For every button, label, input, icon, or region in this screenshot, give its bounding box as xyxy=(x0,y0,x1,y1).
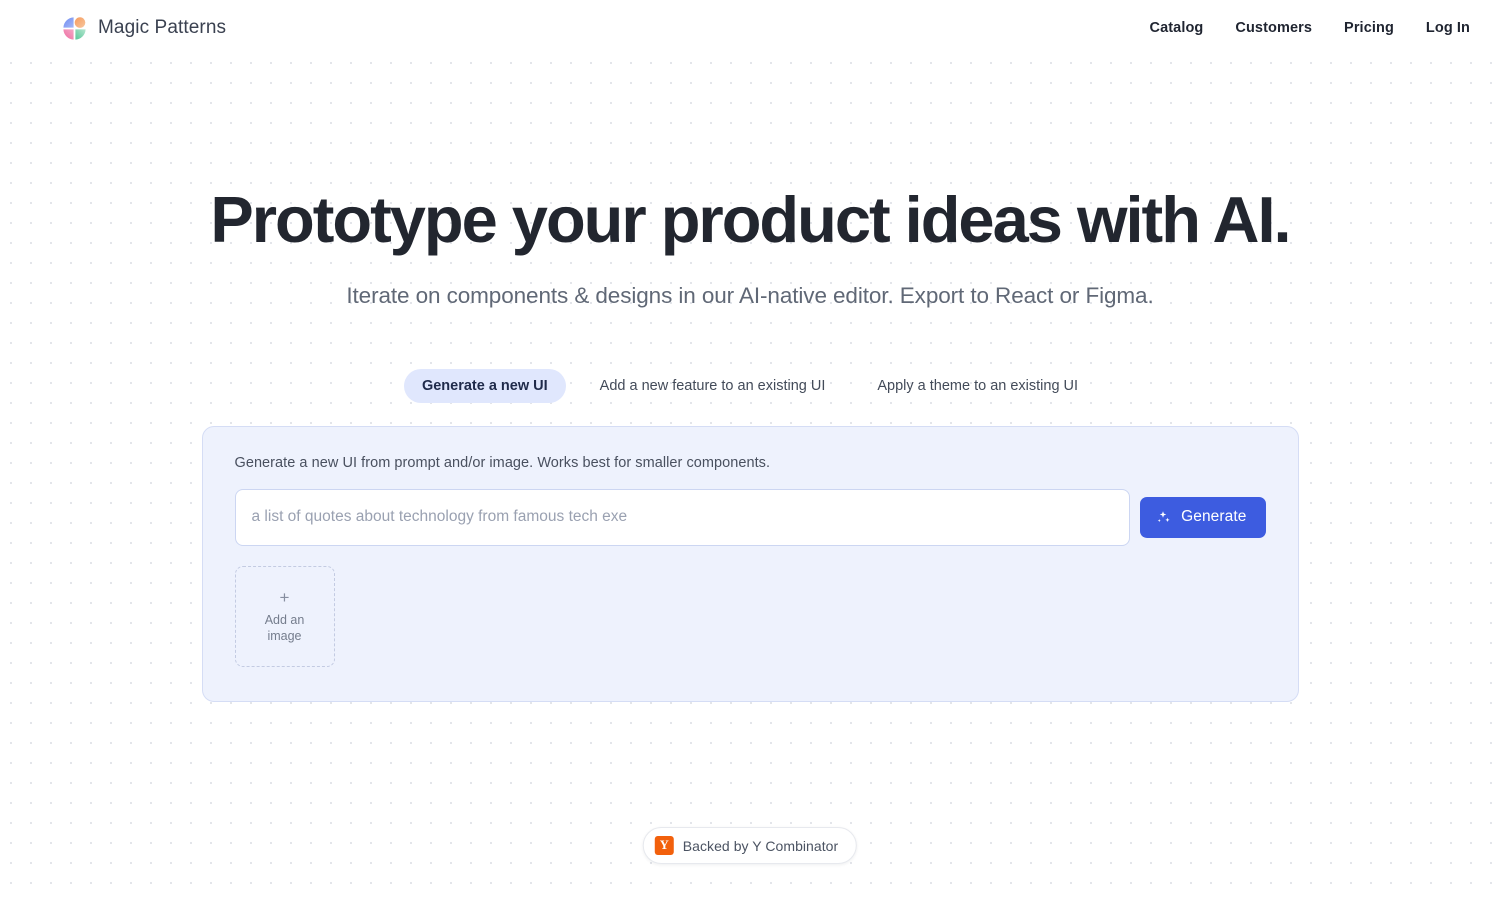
sparkles-icon xyxy=(1155,509,1172,526)
prompt-row: Generate xyxy=(234,488,1266,546)
hero-section: Prototype your product ideas with AI. It… xyxy=(0,56,1500,900)
tab-add-new-feature[interactable]: Add a new feature to an existing UI xyxy=(582,369,844,403)
backed-by-yc-label: Backed by Y Combinator xyxy=(682,837,839,854)
generate-button-label: Generate xyxy=(1181,508,1247,526)
nav-link-pricing[interactable]: Pricing xyxy=(1344,20,1394,36)
site-header: Magic Patterns Catalog Customers Pricing… xyxy=(0,0,1500,56)
page-subtitle: Iterate on components & designs in our A… xyxy=(346,282,1154,308)
nav-link-customers[interactable]: Customers xyxy=(1235,20,1312,36)
page-title: Prototype your product ideas with AI. xyxy=(210,183,1291,256)
generator-panel: Generate a new UI from prompt and/or ima… xyxy=(201,425,1299,702)
tab-generate-new-ui[interactable]: Generate a new UI xyxy=(403,368,566,403)
brand-logo-link[interactable]: Magic Patterns xyxy=(62,16,226,41)
nav-link-login[interactable]: Log In xyxy=(1426,20,1470,36)
brand-name: Magic Patterns xyxy=(98,17,227,38)
y-combinator-icon: Y xyxy=(654,836,674,855)
plus-icon: + xyxy=(279,587,290,607)
add-image-label: Add an image xyxy=(264,612,305,643)
main-navigation: Catalog Customers Pricing Log In xyxy=(1150,20,1470,36)
nav-link-catalog[interactable]: Catalog xyxy=(1150,20,1204,36)
backed-by-yc-badge[interactable]: Y Backed by Y Combinator xyxy=(642,827,858,864)
generate-button[interactable]: Generate xyxy=(1140,496,1266,538)
prompt-input[interactable] xyxy=(234,488,1131,546)
mode-tabs: Generate a new UI Add a new feature to a… xyxy=(403,368,1096,403)
add-image-dropzone[interactable]: + Add an image xyxy=(234,565,335,667)
hero-content: Prototype your product ideas with AI. It… xyxy=(0,56,1500,702)
tab-apply-theme[interactable]: Apply a theme to an existing UI xyxy=(859,369,1096,403)
magic-patterns-logo-icon xyxy=(62,16,87,41)
generator-description: Generate a new UI from prompt and/or ima… xyxy=(234,454,771,471)
